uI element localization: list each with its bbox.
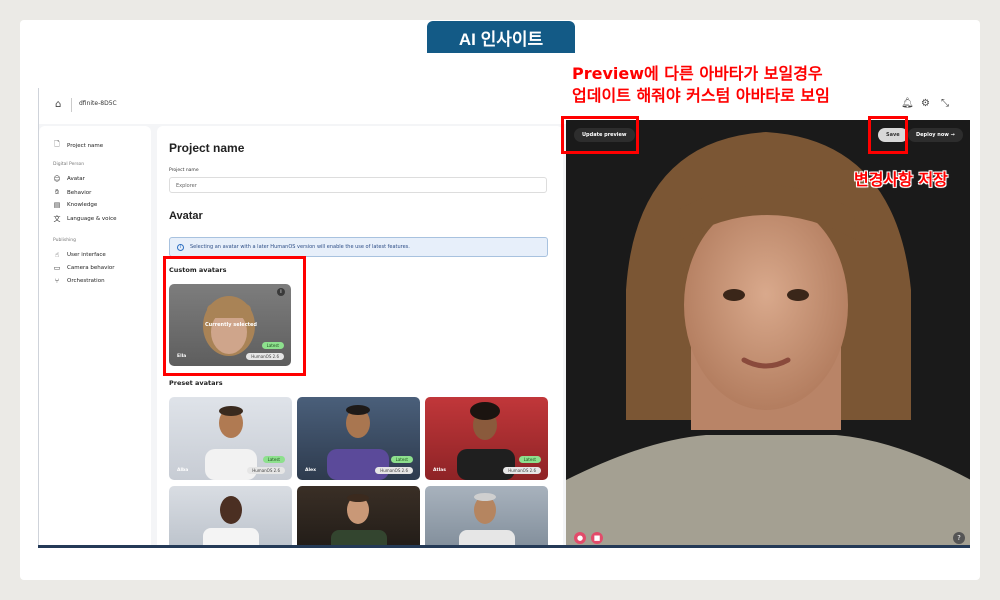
avatar-portrait xyxy=(459,493,515,548)
org-name[interactable]: dfinite-8D5C xyxy=(79,100,117,107)
avatar-name: Alba xyxy=(177,468,189,473)
sidebar-item-label: Avatar xyxy=(67,176,85,182)
avatar-portrait xyxy=(331,494,387,548)
sidebar-item-label: Language & voice xyxy=(67,216,117,222)
sidebar-section-title: Publishing xyxy=(53,238,76,243)
sidebar-item-label: Project name xyxy=(67,142,104,149)
top-bar: ⌂ dfinite-8D5C 🔔︎ ⚙ ⤡ xyxy=(39,88,970,124)
sidebar-item-user-interface[interactable]: ☝︎ User interface xyxy=(53,251,106,259)
avatar-portrait xyxy=(203,496,259,548)
field-label: Project name xyxy=(169,168,199,173)
preset-avatar-card[interactable]: Alex Latest HumanOS 2.6 xyxy=(297,397,420,480)
version-badge: HumanOS 2.6 xyxy=(375,467,413,474)
sidebar-item-label: Knowledge xyxy=(67,202,98,208)
support-icon[interactable]: ? xyxy=(953,532,965,544)
preset-avatar-card[interactable] xyxy=(297,486,420,548)
version-badge: HumanOS 2.6 xyxy=(503,467,541,474)
update-preview-highlight xyxy=(561,116,639,154)
camera-off-icon[interactable]: ■ xyxy=(591,532,603,544)
save-highlight xyxy=(868,116,908,154)
sidebar-item-avatar[interactable]: ☺ Avatar xyxy=(53,175,85,183)
status-badge: Latest xyxy=(518,456,541,463)
preset-avatar-card[interactable]: Alba Latest HumanOS 2.6 xyxy=(169,397,292,480)
sidebar-item-project[interactable]: 🗋 Project name xyxy=(53,140,103,151)
version-badge: HumanOS 2.6 xyxy=(247,467,285,474)
gear-icon[interactable]: ⚙ xyxy=(921,98,930,109)
sidebar-section-title: Digital Person xyxy=(53,162,85,167)
sidebar-item-label: Behavior xyxy=(67,189,92,196)
sidebar-item-behavior[interactable]: ✋︎ Behavior xyxy=(53,188,91,197)
status-badge: Latest xyxy=(390,456,413,463)
project-name-input[interactable]: Explorer xyxy=(169,177,547,193)
status-badge: Latest xyxy=(262,456,285,463)
home-icon[interactable]: ⌂ xyxy=(55,99,61,110)
chat-icon: ▤ xyxy=(53,201,61,209)
screenshot-bottom-bar xyxy=(38,545,970,548)
pointer-icon: ☝︎ xyxy=(54,251,60,259)
sidebar-item-language[interactable]: 文 Language & voice xyxy=(53,214,117,224)
header-tag: AI 인사이트 xyxy=(427,21,575,53)
sidebar-item-camera[interactable]: ▭ Camera behavior xyxy=(53,264,115,272)
face-icon: ☺ xyxy=(53,175,61,183)
preset-avatar-card[interactable] xyxy=(169,486,292,548)
branch-icon: ⑂ xyxy=(54,277,60,285)
mic-off-icon[interactable]: ● xyxy=(574,532,586,544)
info-banner: i Selecting an avatar with a later Human… xyxy=(169,237,548,257)
deploy-now-button[interactable]: Deploy now → xyxy=(908,128,963,142)
sidebar-item-label: Camera behavior xyxy=(67,265,115,271)
section-title-avatar: Avatar xyxy=(169,210,203,222)
avatar-name: Alex xyxy=(305,468,316,473)
save-annotation: 변경사항 저장 xyxy=(854,170,948,189)
info-icon: i xyxy=(177,243,184,251)
info-text: Selecting an avatar with a later HumanOS… xyxy=(190,244,410,250)
hand-icon: ✋︎ xyxy=(55,188,59,196)
sidebar-item-orchestration[interactable]: ⑂ Orchestration xyxy=(53,277,105,285)
preview-annotation: Preview에 다른 아바타가 보일경우 업데이트 해줘야 커스텀 아바타로 … xyxy=(572,63,830,107)
avatar-name: Atlas xyxy=(433,468,446,473)
preview-annotation-line1: Preview에 다른 아바타가 보일경우 xyxy=(572,64,823,83)
translate-icon: 文 xyxy=(53,215,61,223)
preset-avatar-card[interactable]: Atlas Latest HumanOS 2.6 xyxy=(425,397,548,480)
page-title: Project name xyxy=(169,141,245,155)
preset-avatars-heading: Preset avatars xyxy=(169,379,223,387)
divider xyxy=(71,98,72,112)
collapse-icon[interactable]: ⤡ xyxy=(941,98,949,109)
sidebar-item-label: Orchestration xyxy=(67,278,105,284)
custom-avatar-highlight xyxy=(163,256,306,376)
sidebar: 🗋 Project name Digital Person ☺ Avatar ✋… xyxy=(39,126,151,548)
bell-icon[interactable]: 🔔︎ xyxy=(901,98,914,109)
camera-icon: ▭ xyxy=(53,264,61,272)
sidebar-item-label: User interface xyxy=(67,252,106,258)
sidebar-item-knowledge[interactable]: ▤ Knowledge xyxy=(53,201,98,209)
document-icon: 🗋 xyxy=(54,140,60,148)
preview-annotation-line2: 업데이트 해줘야 커스텀 아바타로 보임 xyxy=(572,86,830,105)
preset-avatar-card[interactable] xyxy=(425,486,548,548)
